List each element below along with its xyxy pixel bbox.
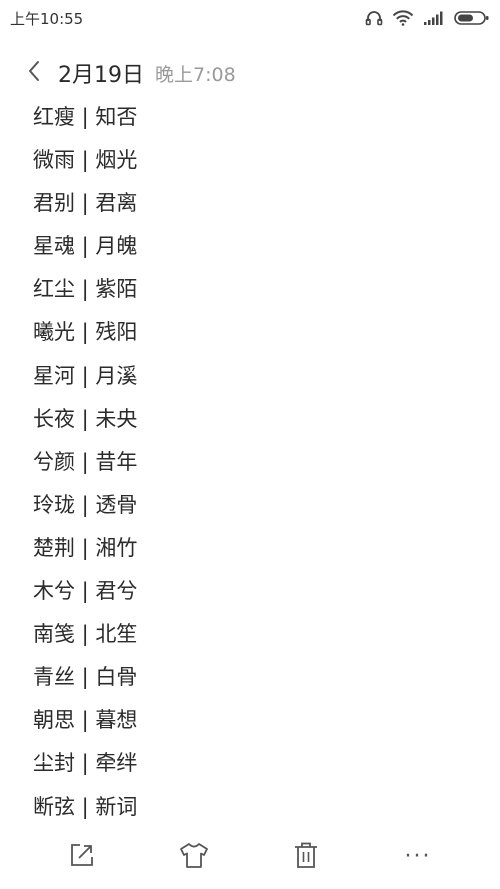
note-date: 2月19日	[58, 63, 144, 88]
more-icon: ···	[404, 843, 432, 869]
status-icons	[365, 10, 490, 26]
note-body[interactable]: 红瘦 | 知否 微雨 | 烟光 君别 | 君离 星魂 | 月魄 红尘 | 紫陌 曦光 | …	[0, 104, 500, 824]
share-button[interactable]	[52, 832, 112, 882]
note-line: 长夜 | 未央	[33, 406, 138, 431]
note-line: 星魂 | 月魄	[33, 234, 138, 259]
note-line: 青丝 | 白骨	[33, 665, 138, 690]
note-line: 红尘 | 紫陌	[33, 277, 138, 302]
status-bar: 上午10:55	[0, 0, 500, 36]
chevron-left-icon	[27, 60, 41, 86]
note-line: 红瘦 | 知否	[33, 105, 138, 129]
note-line: 木兮 | 君兮	[33, 579, 138, 604]
note-line: 微雨 | 烟光	[33, 148, 138, 173]
wifi-icon	[392, 10, 414, 26]
delete-icon	[293, 841, 319, 873]
note-line: 君别 | 君离	[33, 191, 138, 216]
note-line: 断弦 | 新词	[33, 794, 138, 819]
delete-button[interactable]	[276, 832, 336, 882]
bottom-toolbar: ···	[0, 824, 500, 889]
note-lines: 红瘦 | 知否 微雨 | 烟光 君别 | 君离 星魂 | 月魄 红尘 | 紫陌 曦光 | …	[33, 104, 137, 824]
note-line: 楚荆 | 湘竹	[33, 535, 138, 560]
status-time: 上午10:55	[10, 9, 84, 28]
note-line: 兮颜 | 昔年	[33, 449, 138, 474]
note-line: 曦光 | 残阳	[33, 320, 138, 345]
note-line: 南笺 | 北笙	[33, 622, 138, 647]
battery-icon	[454, 10, 490, 26]
note-header: 2月19日 晚上7:08	[0, 48, 500, 98]
note-line: 尘封 | 牵绊	[33, 751, 138, 776]
back-button[interactable]	[14, 53, 54, 93]
theme-icon	[178, 841, 210, 873]
note-line: 朝思 | 暮想	[33, 708, 138, 733]
headphones-icon	[365, 10, 383, 26]
more-button[interactable]: ···	[388, 832, 448, 882]
note-line: 玲珑 | 透骨	[33, 492, 138, 517]
signal-icon	[423, 10, 445, 26]
note-time: 晚上7:08	[155, 63, 236, 86]
note-line: 星河 | 月溪	[33, 363, 138, 388]
share-icon	[69, 842, 95, 872]
theme-button[interactable]	[164, 832, 224, 882]
